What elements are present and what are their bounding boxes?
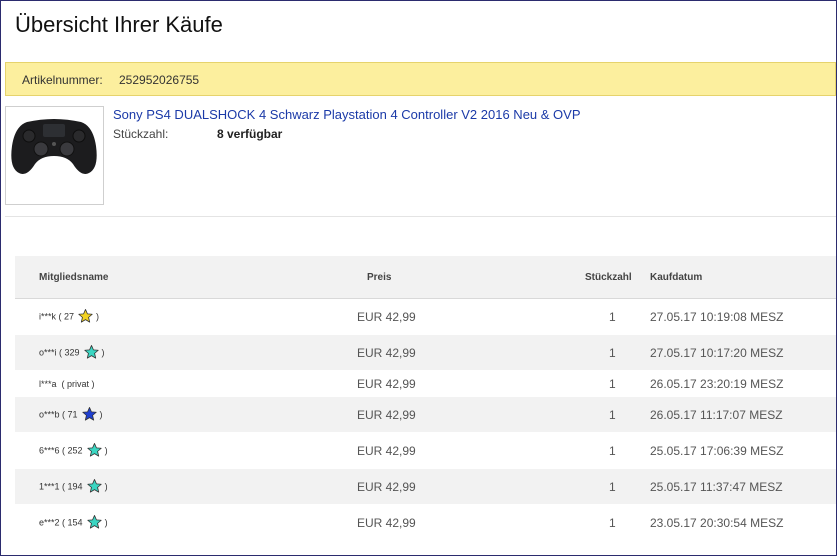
feedback-star-icon[interactable] — [81, 406, 97, 423]
date-cell: 26.05.17 23:20:19 MESZ — [650, 376, 784, 391]
feedback-score[interactable]: 252 — [68, 446, 83, 456]
member-cell: l***a ( privat ) — [39, 378, 95, 389]
quantity-cell: 1 — [609, 309, 616, 324]
price-cell: EUR 42,99 — [357, 309, 416, 324]
product-summary: Sony PS4 DUALSHOCK 4 Schwarz Playstation… — [5, 105, 836, 217]
member-cell: e***2 ( 154 ) — [39, 514, 108, 531]
feedback-star-icon[interactable] — [86, 442, 102, 459]
feedback-score[interactable]: 154 — [68, 518, 83, 528]
member-name[interactable]: e***2 — [39, 518, 60, 528]
table-row: e***2 ( 154 ) EUR 42,99 1 23.05.17 20:30… — [15, 505, 836, 541]
feedback-star-icon[interactable] — [86, 478, 102, 495]
table-row: o***b ( 71 ) EUR 42,99 1 26.05.17 11:17:… — [15, 397, 836, 433]
quantity-cell: 1 — [609, 443, 616, 458]
member-name[interactable]: 1***1 — [39, 482, 60, 492]
date-cell: 26.05.17 11:17:07 MESZ — [650, 407, 783, 422]
quantity-cell: 1 — [609, 407, 616, 422]
member-name[interactable]: i***k — [39, 312, 56, 322]
table-row: l***a ( privat ) EUR 42,99 1 26.05.17 23… — [15, 371, 836, 397]
controller-image — [11, 119, 97, 174]
product-thumbnail[interactable] — [5, 106, 104, 205]
member-cell: i***k ( 27 ) — [39, 308, 99, 325]
quantity-cell: 1 — [609, 376, 616, 391]
header-member[interactable]: Mitgliedsname — [39, 272, 108, 283]
product-title-link[interactable]: Sony PS4 DUALSHOCK 4 Schwarz Playstation… — [113, 107, 581, 122]
item-number-label: Artikelnummer: — [22, 73, 103, 87]
page-title: Übersicht Ihrer Käufe — [15, 12, 223, 37]
feedback-score[interactable]: 27 — [64, 312, 74, 322]
purchases-table: Mitgliedsname Preis Stückzahl Kaufdatum … — [15, 256, 836, 541]
quantity-cell: 1 — [609, 479, 616, 494]
feedback-score: privat — [67, 378, 90, 389]
member-name[interactable]: o***b — [39, 410, 60, 420]
feedback-score[interactable]: 329 — [65, 348, 80, 358]
member-name[interactable]: o***i — [39, 348, 57, 358]
table-header: Mitgliedsname Preis Stückzahl Kaufdatum — [15, 256, 836, 299]
price-cell: EUR 42,99 — [357, 407, 416, 422]
window-frame: Übersicht Ihrer Käufe Artikelnummer: 252… — [0, 0, 837, 556]
date-cell: 25.05.17 17:06:39 MESZ — [650, 443, 784, 458]
member-name[interactable]: 6***6 — [39, 446, 60, 456]
table-row: 6***6 ( 252 ) EUR 42,99 1 25.05.17 17:06… — [15, 433, 836, 469]
feedback-score[interactable]: 194 — [68, 482, 83, 492]
feedback-star-icon[interactable] — [83, 344, 99, 361]
item-number-banner: Artikelnummer: 252952026755 — [5, 62, 836, 96]
item-number-value: 252952026755 — [119, 73, 200, 87]
quantity-cell: 1 — [609, 345, 616, 360]
header-quantity[interactable]: Stückzahl — [585, 272, 632, 283]
member-cell: 6***6 ( 252 ) — [39, 442, 108, 459]
header-price[interactable]: Preis — [367, 272, 391, 283]
price-cell: EUR 42,99 — [357, 443, 416, 458]
quantity-label: Stückzahl: — [113, 127, 169, 141]
price-cell: EUR 42,99 — [357, 515, 416, 530]
table-row: o***i ( 329 ) EUR 42,99 1 27.05.17 10:17… — [15, 335, 836, 371]
quantity-value: 8 verfügbar — [217, 127, 283, 141]
feedback-score[interactable]: 71 — [68, 410, 78, 420]
table-row: 1***1 ( 194 ) EUR 42,99 1 25.05.17 11:37… — [15, 469, 836, 505]
member-name: l***a — [39, 378, 57, 389]
feedback-star-icon[interactable] — [78, 308, 93, 325]
price-cell: EUR 42,99 — [357, 376, 416, 391]
member-cell: o***i ( 329 ) — [39, 344, 105, 361]
header-date[interactable]: Kaufdatum — [650, 272, 702, 283]
table-row: i***k ( 27 ) EUR 42,99 1 27.05.17 10:19:… — [15, 299, 836, 335]
date-cell: 23.05.17 20:30:54 MESZ — [650, 515, 784, 530]
member-cell: o***b ( 71 ) — [39, 406, 103, 423]
date-cell: 25.05.17 11:37:47 MESZ — [650, 479, 783, 494]
feedback-star-icon[interactable] — [86, 514, 102, 531]
date-cell: 27.05.17 10:19:08 MESZ — [650, 309, 784, 324]
price-cell: EUR 42,99 — [357, 479, 416, 494]
table-body: i***k ( 27 ) EUR 42,99 1 27.05.17 10:19:… — [15, 299, 836, 541]
date-cell: 27.05.17 10:17:20 MESZ — [650, 345, 784, 360]
price-cell: EUR 42,99 — [357, 345, 416, 360]
quantity-cell: 1 — [609, 515, 616, 530]
member-cell: 1***1 ( 194 ) — [39, 478, 108, 495]
